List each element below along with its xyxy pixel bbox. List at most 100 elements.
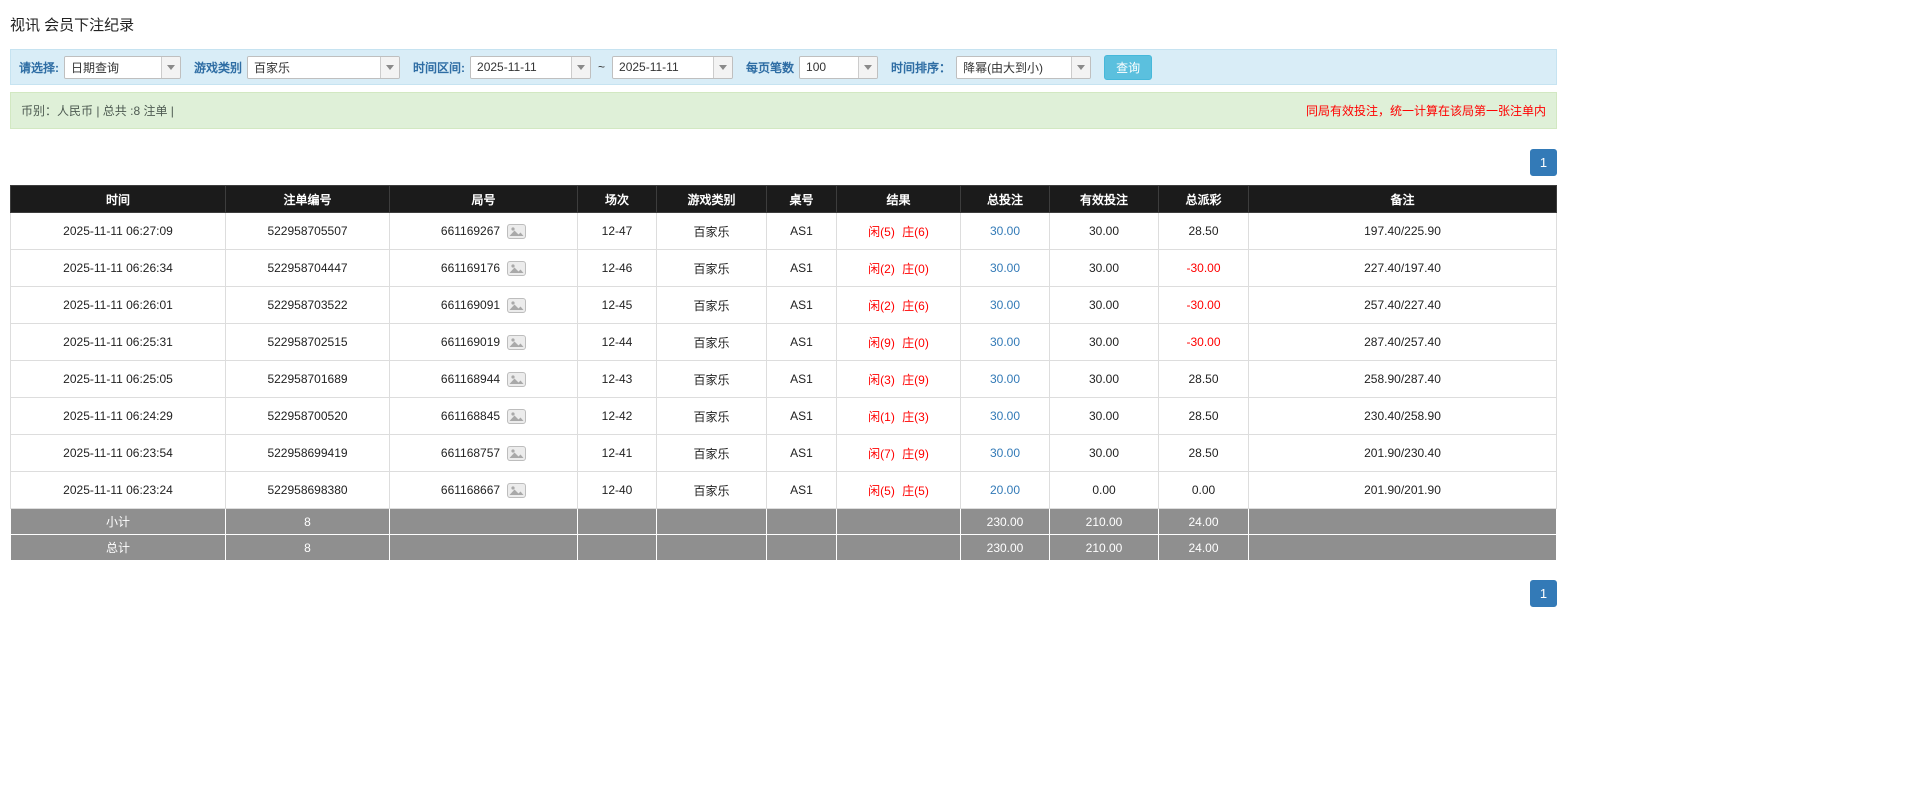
cell-table-no: AS1	[767, 324, 837, 361]
round-result-image-icon[interactable]	[507, 409, 526, 424]
result-banker: 庄(9)	[902, 373, 929, 387]
total-bet-link[interactable]: 30.00	[990, 409, 1020, 423]
subtotal-label: 小计	[11, 509, 226, 535]
date-range-separator: ~	[596, 60, 607, 74]
sort-order-caret-button[interactable]	[1071, 57, 1090, 78]
cell-time: 2025-11-11 06:23:54	[11, 435, 226, 472]
date-from-combobox	[470, 56, 591, 79]
cell-session: 12-46	[578, 250, 657, 287]
cell-session: 12-47	[578, 213, 657, 250]
cell-table-no: AS1	[767, 398, 837, 435]
cell-table-no: AS1	[767, 250, 837, 287]
payout-cell: 28.50	[1159, 361, 1249, 398]
game-type-caret-button[interactable]	[380, 57, 399, 78]
date-to-caret-button[interactable]	[713, 57, 732, 78]
select-type-label: 请选择:	[19, 59, 59, 76]
table-row: 2025-11-11 06:27:09 522958705507 6611692…	[11, 213, 1557, 250]
total-bet-link[interactable]: 30.00	[990, 224, 1020, 238]
result-banker: 庄(5)	[902, 484, 929, 498]
cell-valid-bet: 30.00	[1050, 398, 1159, 435]
total-bet-link[interactable]: 30.00	[990, 335, 1020, 349]
subtotal-payout: 24.00	[1159, 509, 1249, 535]
cell-round: 661169267	[390, 213, 578, 250]
total-bet-link[interactable]: 30.00	[990, 446, 1020, 460]
round-result-image-icon[interactable]	[507, 335, 526, 350]
chevron-down-icon	[577, 65, 585, 70]
result-banker: 庄(0)	[902, 262, 929, 276]
cell-game-type: 百家乐	[657, 435, 767, 472]
total-bet-link[interactable]: 30.00	[990, 261, 1020, 275]
chevron-down-icon	[719, 65, 727, 70]
result-player: 闲(9)	[868, 336, 895, 350]
subtotal-row: 小计 8 230.00 210.00 24.00	[11, 509, 1557, 535]
summary-bar: 币别：人民币 | 总共 :8 注单 | 同局有效投注，统一计算在该局第一张注单内	[10, 92, 1557, 129]
payout-cell: -30.00	[1159, 287, 1249, 324]
date-from-caret-button[interactable]	[571, 57, 590, 78]
cell-round: 661168845	[390, 398, 578, 435]
total-payout: 24.00	[1159, 535, 1249, 561]
game-type-input[interactable]	[248, 57, 380, 78]
header-bet-id: 注单编号	[226, 186, 390, 213]
round-result-image-icon[interactable]	[507, 224, 526, 239]
total-bet-link[interactable]: 30.00	[990, 372, 1020, 386]
round-result-image-icon[interactable]	[507, 298, 526, 313]
game-type-label: 游戏类别	[194, 59, 242, 76]
cell-table-no: AS1	[767, 435, 837, 472]
header-time: 时间	[11, 186, 226, 213]
cell-session: 12-43	[578, 361, 657, 398]
select-type-input[interactable]	[65, 57, 161, 78]
page-button[interactable]: 1	[1530, 580, 1557, 607]
cell-total-bet: 30.00	[961, 435, 1050, 472]
search-button[interactable]: 查询	[1104, 55, 1152, 80]
cell-result: 闲(2) 庄(0)	[837, 250, 961, 287]
header-valid-bet: 有效投注	[1050, 186, 1159, 213]
cell-total-bet: 30.00	[961, 398, 1050, 435]
cell-result: 闲(1) 庄(3)	[837, 398, 961, 435]
sort-order-input[interactable]	[957, 57, 1071, 78]
table-row: 2025-11-11 06:23:24 522958698380 6611686…	[11, 472, 1557, 509]
date-to-input[interactable]	[613, 57, 713, 78]
header-session: 场次	[578, 186, 657, 213]
cell-bet-id: 522958704447	[226, 250, 390, 287]
table-row: 2025-11-11 06:24:29 522958700520 6611688…	[11, 398, 1557, 435]
pagination-bottom: 1	[10, 580, 1557, 607]
page-title: 视讯 会员下注纪录	[10, 10, 1557, 49]
result-player: 闲(2)	[868, 299, 895, 313]
subtotal-valid-bet: 210.00	[1050, 509, 1159, 535]
date-from-input[interactable]	[471, 57, 571, 78]
select-type-caret-button[interactable]	[161, 57, 180, 78]
cell-valid-bet: 30.00	[1050, 213, 1159, 250]
date-to-combobox	[612, 56, 733, 79]
table-row: 2025-11-11 06:26:01 522958703522 6611690…	[11, 287, 1557, 324]
page-size-input[interactable]	[800, 57, 858, 78]
cell-round: 661168667	[390, 472, 578, 509]
total-bet-link[interactable]: 30.00	[990, 298, 1020, 312]
round-result-image-icon[interactable]	[507, 372, 526, 387]
cell-bet-id: 522958700520	[226, 398, 390, 435]
page-size-combobox	[799, 56, 878, 79]
page-size-caret-button[interactable]	[858, 57, 877, 78]
valid-bet-note: 同局有效投注，统一计算在该局第一张注单内	[1306, 102, 1546, 119]
round-number: 661169176	[441, 261, 500, 275]
cell-session: 12-41	[578, 435, 657, 472]
cell-result: 闲(5) 庄(5)	[837, 472, 961, 509]
table-row: 2025-11-11 06:25:05 522958701689 6611689…	[11, 361, 1557, 398]
chevron-down-icon	[167, 65, 175, 70]
cell-bet-id: 522958705507	[226, 213, 390, 250]
round-result-image-icon[interactable]	[507, 483, 526, 498]
cell-round: 661168944	[390, 361, 578, 398]
round-number: 661168944	[441, 372, 500, 386]
cell-session: 12-45	[578, 287, 657, 324]
round-result-image-icon[interactable]	[507, 261, 526, 276]
pagination-top: 1	[10, 149, 1557, 176]
result-banker: 庄(3)	[902, 410, 929, 424]
cell-game-type: 百家乐	[657, 472, 767, 509]
page-button[interactable]: 1	[1530, 149, 1557, 176]
cell-bet-id: 522958698380	[226, 472, 390, 509]
round-number: 661168845	[441, 409, 500, 423]
sort-order-label: 时间排序：	[891, 59, 951, 76]
total-bet-link[interactable]: 20.00	[990, 483, 1020, 497]
header-result: 结果	[837, 186, 961, 213]
subtotal-count: 8	[226, 509, 390, 535]
round-result-image-icon[interactable]	[507, 446, 526, 461]
